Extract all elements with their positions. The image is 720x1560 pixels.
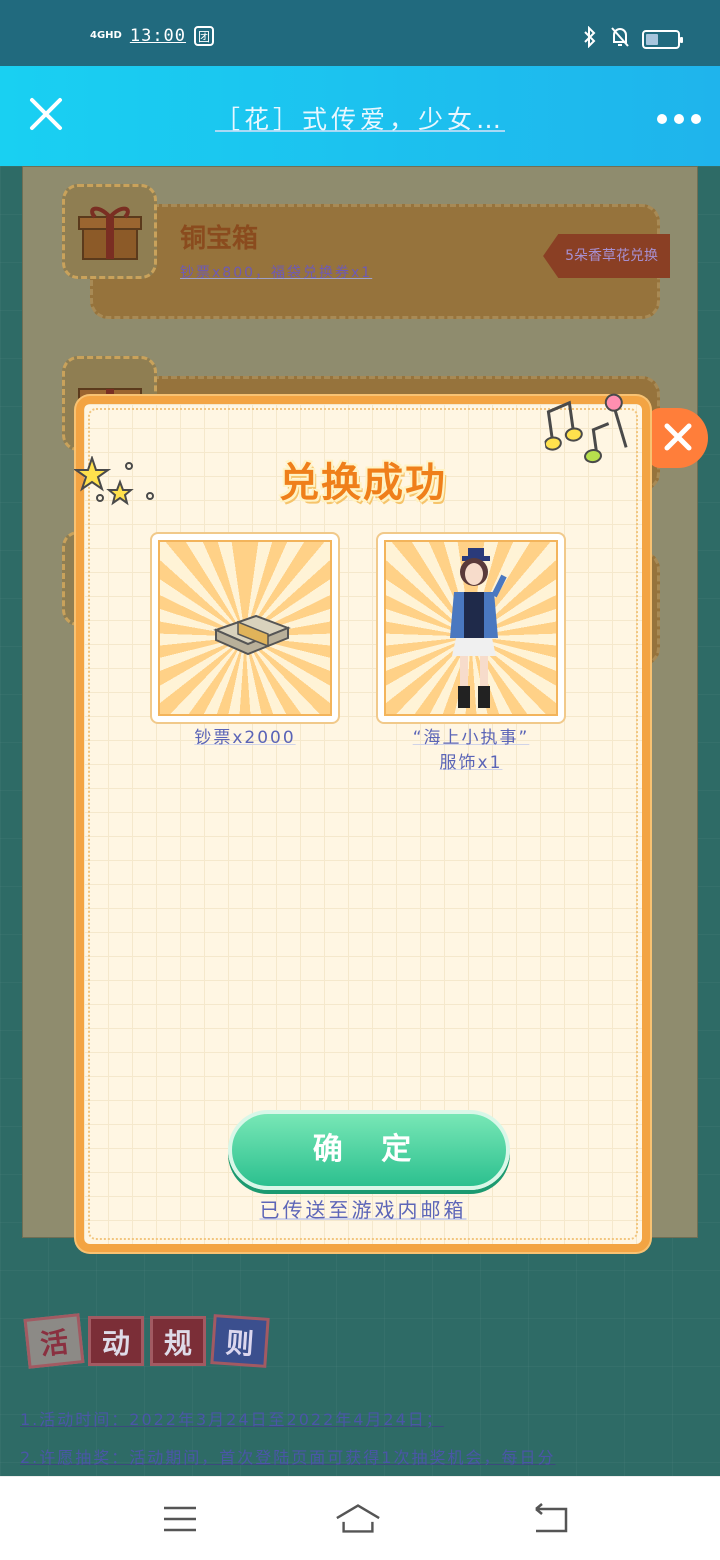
character-outfit-icon	[450, 548, 507, 708]
home-button[interactable]	[334, 1499, 382, 1539]
recent-apps-button[interactable]	[156, 1499, 204, 1539]
reward-item-card	[150, 532, 340, 724]
modal-close-button[interactable]	[648, 408, 708, 468]
cash-stack-icon	[213, 614, 291, 656]
back-arrow-icon	[535, 1503, 568, 1533]
confirm-button[interactable]: 确 定	[228, 1110, 510, 1190]
battery-icon	[642, 30, 683, 49]
bluetooth-icon	[582, 25, 598, 53]
rules-heading: 活 动 规 则	[23, 1313, 270, 1369]
reward-name: 铜宝箱	[180, 224, 259, 254]
redeem-button[interactable]: 5朵香草花兑换	[543, 234, 670, 278]
title-bar: ［花］式传爱，少女…	[0, 66, 720, 166]
rules-heading-char: 规	[150, 1316, 206, 1366]
page-title: ［花］式传爱，少女…	[214, 105, 505, 134]
network-indicator: 4GHD	[90, 30, 122, 41]
app-notification-icon: 团	[194, 26, 215, 46]
reward-item-art	[158, 540, 332, 716]
dialog-title: 兑换成功	[279, 460, 447, 506]
reward-item-label: “海上小执事” 服饰x1	[370, 726, 572, 776]
reward-item-card	[376, 532, 566, 724]
rule-line: 2.许愿抽奖：活动期间，首次登陆页面可获得1次抽奖机会，每日分	[20, 1448, 556, 1467]
reward-item-label-line: “海上小执事”	[412, 728, 530, 748]
more-dots-icon	[657, 114, 701, 124]
rule-line: 1.活动时间：2022年3月24日至2022年4月24日；	[20, 1410, 444, 1429]
gift-box-icon	[62, 184, 157, 279]
mute-bell-icon	[610, 26, 630, 53]
close-page-button[interactable]	[24, 94, 68, 138]
redeem-success-dialog: 兑换成功 钞票x2000 “海上小执事” 服饰x1 确 定 已传送至游戏内邮箱	[72, 393, 650, 1252]
back-button[interactable]	[524, 1499, 572, 1539]
rules-heading-char: 动	[88, 1316, 144, 1366]
menu-lines-icon	[164, 1506, 196, 1532]
close-icon	[664, 423, 692, 451]
reward-description: 钞票x800，福袋兑换券x1	[180, 265, 373, 281]
mailbox-notice: 已传送至游戏内邮箱	[259, 1198, 467, 1222]
rules-heading-char: 活	[23, 1313, 85, 1369]
close-icon	[30, 98, 62, 130]
reward-item-label-line: 服饰x1	[439, 753, 503, 773]
rules-heading-char: 则	[210, 1314, 270, 1368]
status-time: 13:00	[129, 26, 187, 46]
system-nav-bar	[0, 1476, 720, 1560]
more-options-button[interactable]	[656, 100, 702, 133]
reward-card: 铜宝箱 钞票x800，福袋兑换券x1 5朵香草花兑换	[62, 174, 670, 319]
reward-item-label: 钞票x2000	[194, 728, 296, 748]
reward-item-art	[384, 540, 558, 716]
status-bar: 4GHD 13:00 团	[0, 0, 720, 66]
home-icon	[336, 1504, 380, 1533]
